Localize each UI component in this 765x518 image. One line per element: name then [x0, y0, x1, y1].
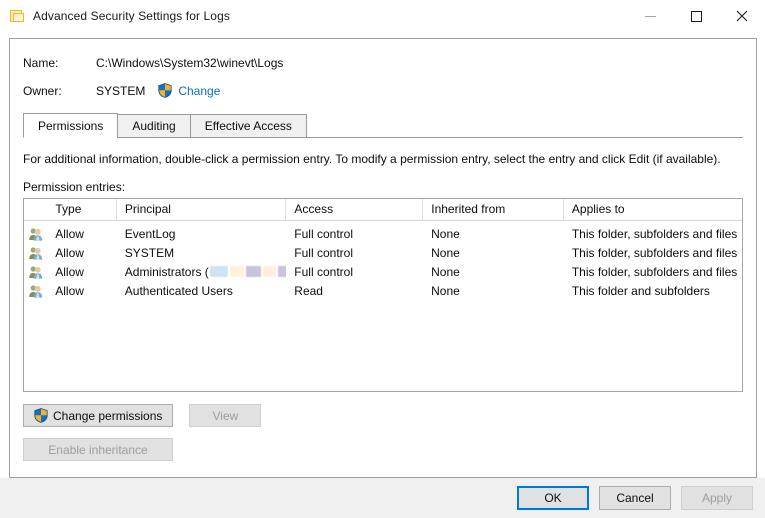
permission-entries-label: Permission entries: [23, 180, 743, 194]
change-owner-link[interactable]: Change [178, 84, 220, 98]
group-icon [24, 283, 47, 299]
table-row[interactable]: Allow SYSTEM Full control None This fold… [24, 243, 742, 262]
cell-access: Full control [286, 246, 423, 260]
folder-icon [9, 8, 25, 24]
name-value: C:\Windows\System32\winevt\Logs [96, 56, 283, 70]
close-icon[interactable] [719, 0, 765, 32]
maximize-icon[interactable] [673, 0, 719, 32]
tab-auditing[interactable]: Auditing [117, 114, 190, 138]
uac-shield-icon [158, 83, 172, 98]
info-text: For additional information, double-click… [23, 152, 743, 166]
cell-applies-to: This folder, subfolders and files [564, 265, 742, 279]
cell-inherited-from: None [423, 284, 564, 298]
cell-principal: EventLog [117, 227, 287, 241]
owner-value: SYSTEM [96, 84, 145, 98]
owner-label: Owner: [10, 84, 96, 98]
list-header: Type Principal Access Inherited from App… [24, 199, 742, 221]
cell-inherited-from: None [423, 246, 564, 260]
cell-type: Allow [47, 227, 117, 241]
table-row[interactable]: Allow Administrators ( \... [24, 262, 742, 281]
table-row[interactable]: Allow Authenticated Users Read None This… [24, 281, 742, 300]
title-bar: Advanced Security Settings for Logs [0, 0, 765, 32]
cell-principal: Administrators ( \... [117, 265, 287, 279]
window-title: Advanced Security Settings for Logs [33, 9, 230, 23]
permissions-tab-panel: For additional information, double-click… [10, 152, 756, 461]
cell-principal: SYSTEM [117, 246, 287, 260]
cell-applies-to: This folder, subfolders and files [564, 246, 742, 260]
apply-button[interactable]: Apply [681, 486, 753, 510]
column-header-type[interactable]: Type [47, 199, 117, 220]
ok-button[interactable]: OK [517, 486, 589, 510]
cell-principal-prefix: Administrators ( [125, 265, 209, 279]
cancel-button[interactable]: Cancel [599, 486, 671, 510]
table-row[interactable]: Allow EventLog Full control None This fo… [24, 224, 742, 243]
column-header-icon [24, 199, 47, 220]
cell-type: Allow [47, 265, 117, 279]
change-permissions-button[interactable]: Change permissions [23, 404, 173, 427]
permission-entries-list[interactable]: Type Principal Access Inherited from App… [23, 198, 743, 392]
column-header-access[interactable]: Access [286, 199, 423, 220]
group-icon [24, 264, 47, 280]
cell-principal: Authenticated Users [117, 284, 287, 298]
minimize-icon[interactable] [627, 0, 673, 32]
cell-access: Read [286, 284, 423, 298]
cell-inherited-from: None [423, 265, 564, 279]
dialog-footer: OK Cancel Apply [0, 478, 765, 518]
enable-inheritance-button[interactable]: Enable inheritance [23, 438, 173, 461]
owner-row: Owner: SYSTEM Change [10, 81, 756, 100]
group-icon [24, 245, 47, 261]
name-label: Name: [10, 56, 96, 70]
cell-applies-to: This folder, subfolders and files [564, 227, 742, 241]
column-header-inherited-from[interactable]: Inherited from [423, 199, 564, 220]
column-header-principal[interactable]: Principal [117, 199, 287, 220]
cell-inherited-from: None [423, 227, 564, 241]
cell-access: Full control [286, 265, 423, 279]
cell-type: Allow [47, 246, 117, 260]
window-controls [627, 0, 765, 32]
cell-applies-to: This folder and subfolders [564, 284, 742, 298]
column-header-applies-to[interactable]: Applies to [564, 199, 742, 220]
dialog-panel: Name: C:\Windows\System32\winevt\Logs Ow… [9, 38, 757, 478]
list-body: Allow EventLog Full control None This fo… [24, 221, 742, 300]
cell-type: Allow [47, 284, 117, 298]
object-info: Name: C:\Windows\System32\winevt\Logs Ow… [10, 39, 756, 100]
group-icon [24, 226, 47, 242]
tab-permissions[interactable]: Permissions [23, 113, 118, 138]
tab-strip: Permissions Auditing Effective Access [10, 113, 756, 138]
cell-access: Full control [286, 227, 423, 241]
action-buttons: Change permissions View [23, 404, 743, 427]
redacted-computer-name [210, 266, 287, 277]
name-row: Name: C:\Windows\System32\winevt\Logs [10, 53, 756, 72]
tab-effective-access[interactable]: Effective Access [190, 114, 307, 138]
view-button[interactable]: View [189, 404, 261, 427]
uac-shield-icon [34, 408, 48, 423]
change-permissions-label: Change permissions [53, 409, 162, 423]
